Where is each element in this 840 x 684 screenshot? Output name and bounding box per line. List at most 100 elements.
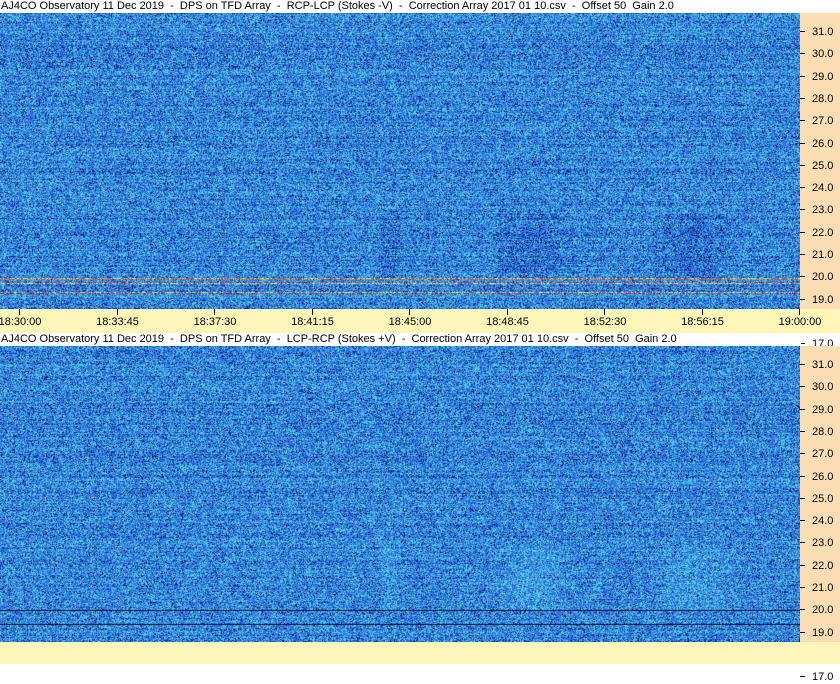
freq-tick-25-0: 25.0 <box>800 492 840 506</box>
freq-tick-label: 26.0 <box>812 470 834 483</box>
freq-tick-26-0: 26.0 <box>800 470 840 484</box>
time-tick-18-30-00: 18:30:00 <box>0 309 55 333</box>
tick-mark <box>409 309 410 315</box>
tick-mark <box>800 209 805 211</box>
tick-mark <box>800 364 805 365</box>
freq-tick-31-0: 31.0 <box>800 358 840 372</box>
time-tick-label: 19:00:00 <box>778 316 822 328</box>
tick-mark <box>800 231 805 233</box>
freq-tick-28-0: 28.0 <box>800 92 840 106</box>
tick-mark <box>800 31 805 32</box>
freq-tick-label: 19.0 <box>812 293 834 306</box>
tick-mark <box>800 120 805 122</box>
tick-mark <box>800 187 805 189</box>
tick-mark <box>800 497 805 499</box>
freq-tick-label: 19.0 <box>812 626 834 639</box>
time-tick-label: 18:45:00 <box>388 316 432 328</box>
tick-mark <box>799 309 800 315</box>
tick-mark <box>800 386 805 388</box>
freq-tick-23-0: 23.0 <box>800 536 840 550</box>
freq-tick-label: 21.0 <box>812 249 834 261</box>
freq-tick-label: 26.0 <box>812 137 834 150</box>
frequency-axis-panel2: 31.0 30.0 29.0 28.0 27.0 26.0 25.0 24.0 23.0 22.0… <box>800 346 840 683</box>
freq-tick-label: 23.0 <box>812 204 834 217</box>
freq-tick-label: 27.0 <box>812 448 834 461</box>
bottom-axis-strip <box>0 642 840 664</box>
time-tick-label: 18:48:45 <box>486 316 529 328</box>
time-tick-label: 18:33:45 <box>96 316 139 328</box>
tick-mark <box>800 631 805 633</box>
tick-mark <box>214 309 215 315</box>
time-tick-label: 18:56:15 <box>681 316 724 328</box>
freq-tick-label: 23.0 <box>812 537 834 550</box>
freq-tick-label: 29.0 <box>812 70 834 83</box>
frequency-axis-panel1: 31.0 30.0 29.0 28.0 27.0 26.0 25.0 24.0 23.0 22.0… <box>800 13 840 350</box>
tick-mark <box>800 164 805 166</box>
freq-tick-24-0: 24.0 <box>800 181 840 195</box>
tick-mark <box>800 475 805 477</box>
tick-mark <box>800 520 805 522</box>
freq-tick-label: 21.0 <box>812 582 834 594</box>
time-tick-label: 18:41:15 <box>291 316 334 328</box>
tick-mark <box>800 53 805 55</box>
freq-tick-22-0: 22.0 <box>800 226 840 240</box>
tick-mark <box>800 97 805 99</box>
freq-tick-25-0: 25.0 <box>800 159 840 173</box>
tick-mark <box>311 309 313 315</box>
freq-tick-30-0: 30.0 <box>800 47 840 61</box>
spectrogram-stokes-minus-v <box>0 13 800 309</box>
tick-mark <box>800 298 805 300</box>
freq-tick-21-0: 21.0 <box>800 248 840 262</box>
tick-mark <box>800 430 805 432</box>
tick-mark <box>506 309 508 315</box>
freq-tick-19-0: 19.0 <box>800 293 840 307</box>
tick-mark <box>701 309 703 315</box>
time-tick-19-00-00: 19:00:00 <box>765 309 835 333</box>
freq-tick-label: 22.0 <box>812 226 834 239</box>
freq-tick-label: 30.0 <box>812 48 834 61</box>
freq-tick-label: 30.0 <box>812 381 834 394</box>
freq-tick-label: 29.0 <box>812 403 834 416</box>
time-tick-18-48-45: 18:48:45 <box>473 309 543 333</box>
freq-tick-label: 24.0 <box>812 182 834 195</box>
freq-tick-20-0: 20.0 <box>800 270 840 284</box>
freq-tick-label: 24.0 <box>812 515 834 528</box>
freq-tick-30-0: 30.0 <box>800 380 840 394</box>
time-tick-18-56-15: 18:56:15 <box>668 309 738 333</box>
freq-tick-29-0: 29.0 <box>800 70 840 84</box>
tick-mark <box>800 142 805 144</box>
freq-tick-label: 28.0 <box>812 425 834 438</box>
panel1-title: AJ4CO Observatory 11 Dec 2019 - DPS on T… <box>0 0 801 13</box>
freq-tick-28-0: 28.0 <box>800 425 840 439</box>
tick-mark <box>604 309 605 315</box>
freq-tick-label: 25.0 <box>812 492 834 505</box>
time-tick-label: 18:52:30 <box>583 316 627 328</box>
freq-tick-19-0: 19.0 <box>800 626 840 640</box>
freq-tick-label: 25.0 <box>812 159 834 172</box>
freq-tick-label: 31.0 <box>812 359 834 371</box>
tick-mark <box>800 254 805 255</box>
time-tick-18-52-30: 18:52:30 <box>570 309 640 333</box>
freq-tick-20-0: 20.0 <box>800 603 840 617</box>
tick-mark <box>800 587 805 588</box>
freq-tick-label: 20.0 <box>812 604 834 617</box>
freq-tick-26-0: 26.0 <box>800 137 840 151</box>
freq-tick-label: 31.0 <box>812 26 834 38</box>
tick-mark <box>116 309 118 315</box>
time-tick-18-37-30: 18:37:30 <box>180 309 250 333</box>
tick-mark <box>800 609 805 611</box>
freq-tick-23-0: 23.0 <box>800 203 840 217</box>
freq-tick-31-0: 31.0 <box>800 25 840 39</box>
tick-mark <box>800 676 805 678</box>
tick-mark <box>800 564 805 566</box>
panel2-title: AJ4CO Observatory 11 Dec 2019 - DPS on T… <box>0 333 801 346</box>
spectrogram-stokes-plus-v <box>0 346 800 642</box>
time-tick-18-33-45: 18:33:45 <box>83 309 153 333</box>
time-tick-label: 18:37:30 <box>193 316 237 328</box>
time-tick-18-41-15: 18:41:15 <box>278 309 348 333</box>
time-tick-label: 18:30:00 <box>0 316 42 328</box>
freq-tick-label: 20.0 <box>812 271 834 284</box>
freq-tick-29-0: 29.0 <box>800 403 840 417</box>
freq-tick-label: 22.0 <box>812 559 834 572</box>
freq-tick-22-0: 22.0 <box>800 559 840 573</box>
